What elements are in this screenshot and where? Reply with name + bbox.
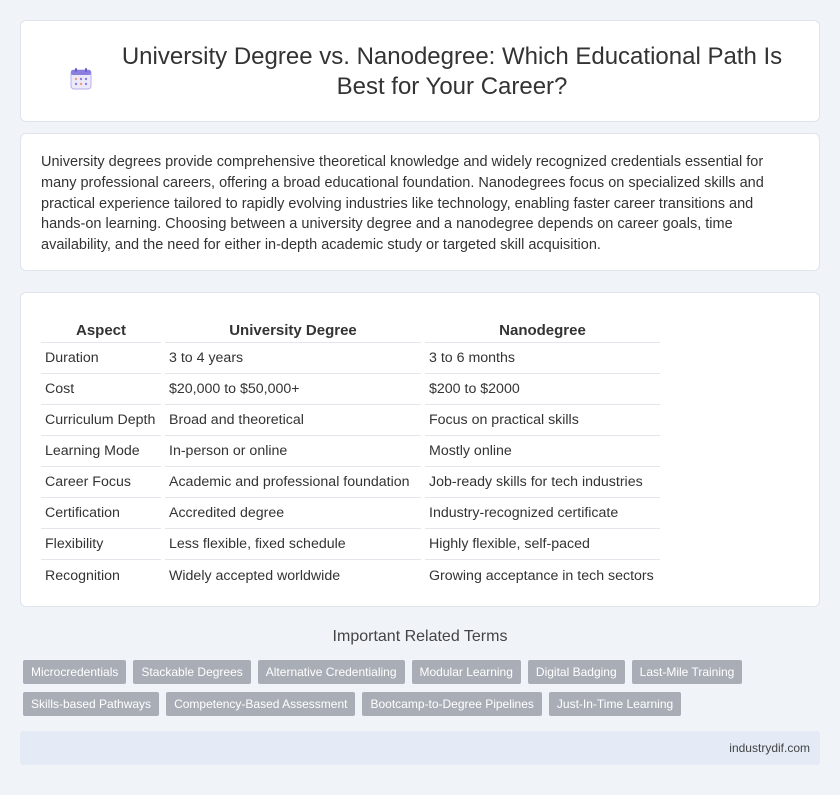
cell-aspect: Flexibility	[41, 529, 161, 560]
cell-university: In-person or online	[165, 436, 421, 467]
header-university-degree: University Degree	[165, 313, 421, 343]
cell-nanodegree: Mostly online	[425, 436, 660, 467]
cell-nanodegree: Highly flexible, self-paced	[425, 529, 660, 560]
table-row: Career Focus Academic and professional f…	[41, 467, 660, 498]
footer-site-link[interactable]: industrydif.com	[729, 741, 810, 755]
cell-university: Accredited degree	[165, 498, 421, 529]
cell-university: $20,000 to $50,000+	[165, 374, 421, 405]
cell-aspect: Recognition	[45, 567, 120, 584]
tag-last-mile-training[interactable]: Last-Mile Training	[631, 660, 743, 684]
tag-just-in-time-learning[interactable]: Just-In-Time Learning	[548, 692, 682, 716]
cell-university: Widely accepted worldwide	[169, 567, 341, 584]
tag-digital-badging[interactable]: Digital Badging	[527, 660, 625, 684]
table-row: Cost $20,000 to $50,000+ $200 to $2000	[41, 374, 660, 405]
cell-nanodegree: $200 to $2000	[425, 374, 660, 405]
tag-bootcamp-to-degree-pipelines[interactable]: Bootcamp-to-Degree Pipelines	[362, 692, 542, 716]
cell-university: 3 to 4 years	[165, 343, 421, 374]
tag-competency-based-assessment[interactable]: Competency-Based Assessment	[166, 692, 356, 716]
intro-card: University degrees provide comprehensive…	[20, 133, 820, 271]
cell-nanodegree: Job-ready skills for tech industries	[425, 467, 660, 498]
cell-aspect: Duration	[41, 343, 161, 374]
table-row: Duration 3 to 4 years 3 to 6 months	[41, 343, 660, 374]
header-aspect: Aspect	[41, 313, 161, 343]
calendar-icon	[70, 68, 92, 90]
tag-alternative-credentialing[interactable]: Alternative Credentialing	[257, 660, 405, 684]
tag-skills-based-pathways[interactable]: Skills-based Pathways	[23, 692, 160, 716]
header-nanodegree: Nanodegree	[425, 313, 660, 343]
table-row: Recognition Widely accepted worldwide Gr…	[41, 560, 660, 591]
cell-aspect: Career Focus	[41, 467, 161, 498]
comparison-table: Aspect University Degree Nanodegree Dura…	[37, 313, 664, 591]
tag-row-1: Microcredentials Stackable Degrees Alter…	[23, 660, 823, 684]
table-row: Curriculum Depth Broad and theoretical F…	[41, 405, 660, 436]
tag-stackable-degrees[interactable]: Stackable Degrees	[133, 660, 251, 684]
cell-aspect: Cost	[41, 374, 161, 405]
title-card: University Degree vs. Nanodegree: Which …	[20, 20, 820, 122]
comparison-card: Aspect University Degree Nanodegree Dura…	[20, 292, 820, 607]
cell-nanodegree: Industry-recognized certificate	[425, 498, 660, 529]
cell-university: Less flexible, fixed schedule	[165, 529, 421, 560]
tag-microcredentials[interactable]: Microcredentials	[23, 660, 127, 684]
cell-university: Academic and professional foundation	[165, 467, 421, 498]
cell-aspect: Learning Mode	[41, 436, 161, 467]
table-header-row: Aspect University Degree Nanodegree	[41, 313, 660, 343]
cell-aspect: Certification	[41, 498, 161, 529]
intro-paragraph: University degrees provide comprehensive…	[41, 154, 764, 254]
cell-university: Broad and theoretical	[165, 405, 421, 436]
cell-nanodegree: Focus on practical skills	[425, 405, 660, 436]
related-terms-title: Important Related Terms	[332, 628, 508, 645]
related-terms-tags: Microcredentials Stackable Degrees Alter…	[23, 660, 823, 724]
table-row: Flexibility Less flexible, fixed schedul…	[41, 529, 660, 560]
table-row: Certification Accredited degree Industry…	[41, 498, 660, 529]
cell-nanodegree: Growing acceptance in tech sectors	[429, 567, 654, 584]
footer: industrydif.com	[20, 731, 820, 765]
tag-row-2: Skills-based Pathways Competency-Based A…	[23, 692, 823, 716]
page-title: University Degree vs. Nanodegree: Which …	[121, 43, 783, 100]
tag-modular-learning[interactable]: Modular Learning	[411, 660, 521, 684]
table-row: Learning Mode In-person or online Mostly…	[41, 436, 660, 467]
cell-nanodegree: 3 to 6 months	[425, 343, 660, 374]
cell-aspect: Curriculum Depth	[41, 405, 161, 436]
